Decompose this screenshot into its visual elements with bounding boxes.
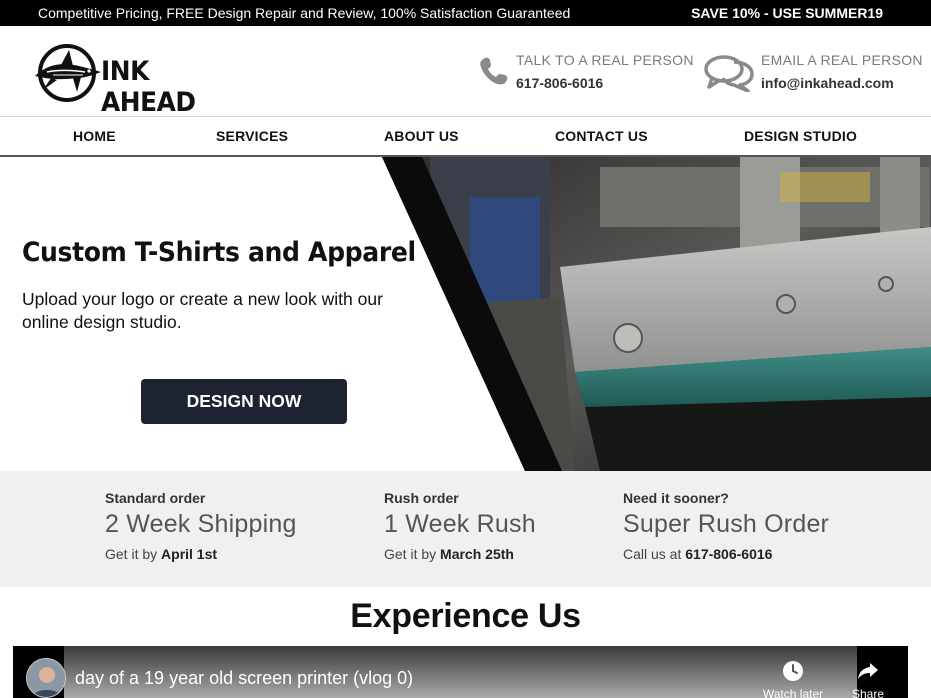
clock-icon <box>783 661 803 681</box>
email-label: EMAIL A REAL PERSON <box>761 52 923 68</box>
shipping-option-super-rush: Need it sooner? Super Rush Order Call us… <box>623 490 829 562</box>
shark-logo-icon <box>35 44 101 102</box>
nav-item-about-us[interactable]: ABOUT US <box>384 128 459 144</box>
experience-title: Experience Us <box>350 597 581 635</box>
design-now-button[interactable]: DESIGN NOW <box>141 379 347 424</box>
shipping-label: Standard order <box>105 490 206 506</box>
shipping-options: Standard order 2 Week Shipping Get it by… <box>0 471 931 587</box>
share-label: Share <box>851 687 885 698</box>
logo-text: INK AHEAD <box>101 56 196 118</box>
phone-icon <box>480 57 508 85</box>
video-embed[interactable]: day of a 19 year old screen printer (vlo… <box>13 646 908 698</box>
shipping-date: Get it by March 25th <box>384 546 514 562</box>
shipping-label: Rush order <box>384 490 459 506</box>
main-nav: HOME SERVICES ABOUT US CONTACT US DESIGN… <box>0 117 931 157</box>
shipping-title: 1 Week Rush <box>384 510 536 538</box>
chat-bubbles-icon <box>704 55 754 92</box>
video-title[interactable]: day of a 19 year old screen printer (vlo… <box>75 668 413 689</box>
hero-section: Custom T-Shirts and Apparel Upload your … <box>0 157 931 471</box>
site-logo[interactable]: INK AHEAD <box>33 42 223 118</box>
share-arrow-icon <box>858 663 878 679</box>
shipping-title: 2 Week Shipping <box>105 510 297 538</box>
watch-later-label: Watch later <box>762 687 824 698</box>
person-icon <box>27 659 65 697</box>
share-button[interactable]: Share <box>843 660 893 698</box>
email-contact[interactable]: EMAIL A REAL PERSON info@inkahead.com <box>704 52 924 96</box>
phone-label: TALK TO A REAL PERSON <box>516 52 694 68</box>
watch-later-button[interactable]: Watch later <box>757 660 829 698</box>
shipping-option-standard: Standard order 2 Week Shipping Get it by… <box>105 490 297 562</box>
site-header: INK AHEAD TALK TO A REAL PERSON 617-806-… <box>0 26 931 118</box>
super-rush-phone[interactable]: 617-806-6016 <box>685 546 772 562</box>
shipping-date: Get it by April 1st <box>105 546 218 562</box>
shipping-call: Call us at 617-806-6016 <box>623 546 773 562</box>
channel-avatar[interactable] <box>26 658 66 698</box>
promo-bar: Competitive Pricing, FREE Design Repair … <box>0 0 931 26</box>
shipping-label: Need it sooner? <box>623 490 729 506</box>
shipping-title: Super Rush Order <box>623 510 830 538</box>
phone-contact[interactable]: TALK TO A REAL PERSON 617-806-6016 <box>478 52 693 96</box>
shipping-option-rush: Rush order 1 Week Rush Get it by March 2… <box>384 490 536 562</box>
email-address[interactable]: info@inkahead.com <box>761 75 894 91</box>
hero-title: Custom T-Shirts and Apparel <box>22 237 416 268</box>
promo-code: SAVE 10% - USE SUMMER19 <box>691 5 883 21</box>
nav-item-home[interactable]: HOME <box>73 128 116 144</box>
nav-item-services[interactable]: SERVICES <box>216 128 288 144</box>
hero-subtitle: Upload your logo or create a new look wi… <box>22 289 383 332</box>
nav-item-design-studio[interactable]: DESIGN STUDIO <box>744 128 857 144</box>
promo-message: Competitive Pricing, FREE Design Repair … <box>38 5 571 21</box>
nav-item-contact-us[interactable]: CONTACT US <box>555 128 648 144</box>
phone-number[interactable]: 617-806-6016 <box>516 75 603 91</box>
